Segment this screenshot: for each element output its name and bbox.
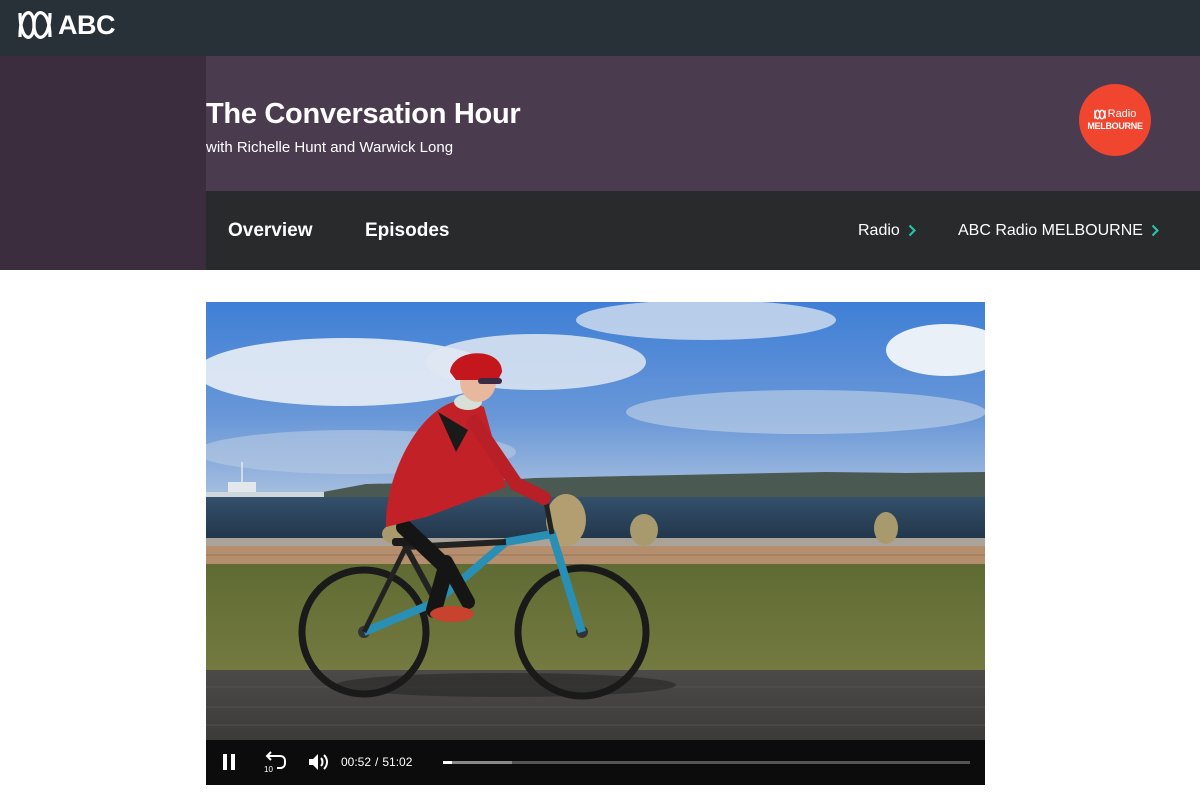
buffered-fill	[443, 761, 512, 764]
breadcrumb-station-label: ABC Radio MELBOURNE	[958, 221, 1143, 239]
player-controls: 10 00:52/51:02	[206, 740, 985, 785]
abc-logo-text: ABC	[58, 9, 116, 40]
tab-overview[interactable]: Overview	[228, 191, 313, 270]
pause-icon[interactable]	[222, 753, 236, 776]
video-frame-image	[206, 302, 985, 740]
time-display: 00:52/51:02	[341, 740, 412, 785]
breadcrumb-station[interactable]: ABC Radio MELBOURNE	[958, 191, 1159, 270]
svg-text:10: 10	[264, 765, 273, 773]
tab-episodes[interactable]: Episodes	[365, 191, 449, 270]
abc-lissajous-icon	[1093, 109, 1106, 120]
abc-lissajous-icon	[18, 11, 52, 39]
volume-icon[interactable]	[308, 752, 330, 777]
chevron-right-icon	[908, 224, 916, 237]
show-presenters: with Richelle Hunt and Warwick Long	[206, 139, 454, 156]
show-title: The Conversation Hour	[206, 98, 521, 130]
station-badge[interactable]: Radio MELBOURNE	[1079, 84, 1151, 156]
duration: 51:02	[382, 755, 413, 769]
chevron-right-icon	[1151, 224, 1159, 237]
breadcrumb-radio-label: Radio	[858, 221, 900, 239]
rewind-10-icon[interactable]: 10	[263, 751, 287, 778]
progress-bar[interactable]	[443, 761, 970, 764]
station-badge-line1: Radio	[1107, 108, 1137, 120]
station-badge-line2: MELBOURNE	[1087, 121, 1143, 131]
time-separator: /	[375, 755, 379, 769]
hero-side-panel	[0, 56, 206, 270]
played-fill	[443, 761, 452, 764]
station-badge-top: Radio	[1093, 108, 1137, 120]
breadcrumb-radio[interactable]: Radio	[858, 191, 916, 270]
abc-logo[interactable]: ABC	[18, 9, 116, 41]
program-nav: Overview Episodes Radio ABC Radio MELBOU…	[206, 191, 1200, 270]
current-time: 00:52	[341, 755, 372, 769]
top-bar: ABC	[0, 0, 1200, 56]
video-player[interactable]: 10 00:52/51:02	[206, 302, 985, 785]
